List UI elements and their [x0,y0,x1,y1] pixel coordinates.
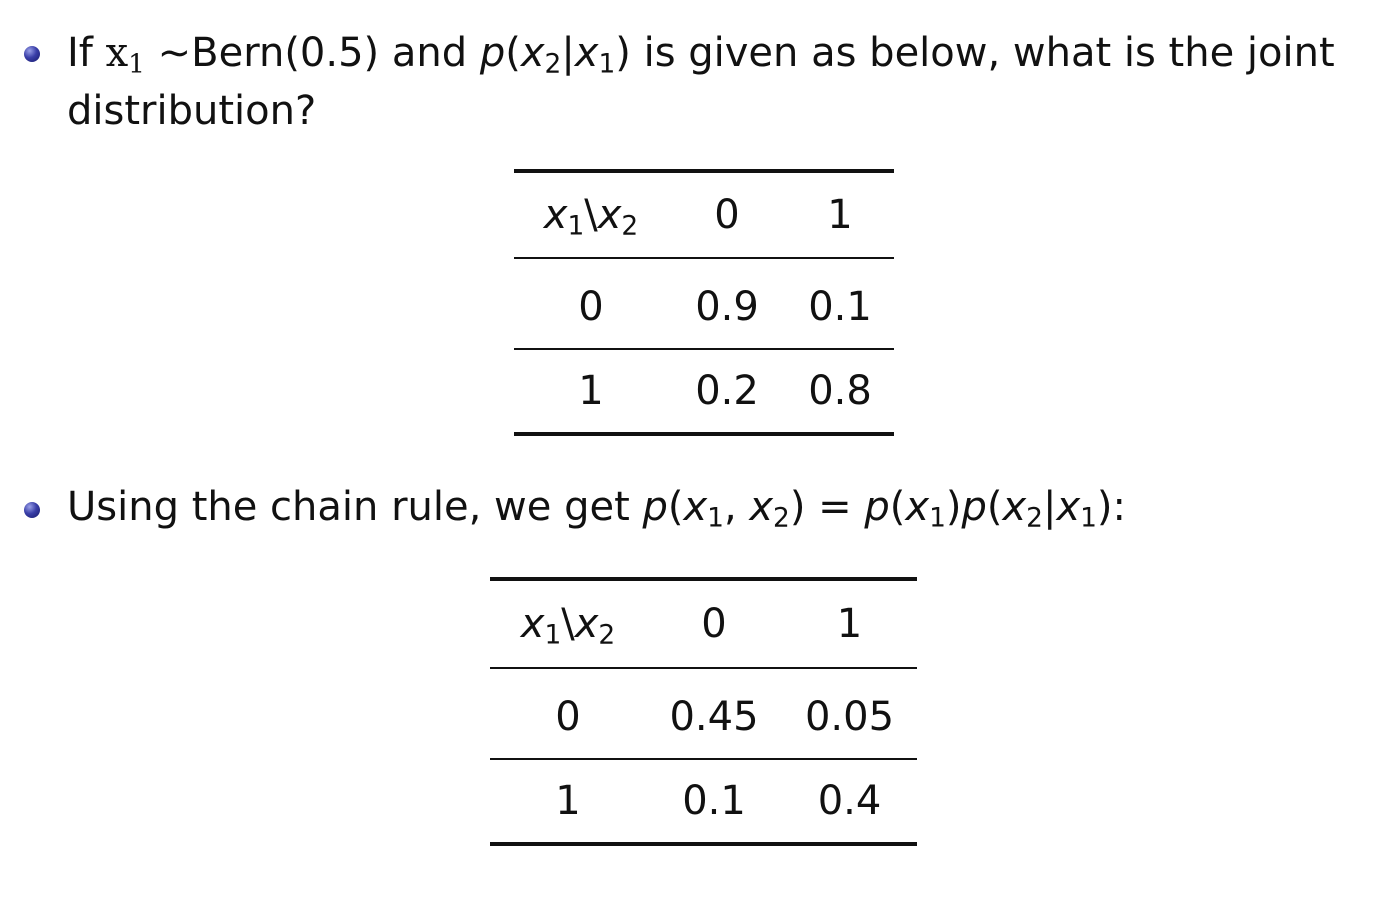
rule-gap [514,257,894,266]
header-x1-subscript: 1 [567,210,585,242]
math-p: p [479,30,506,76]
paren-open: ( [889,484,906,530]
row-label: 0 [578,284,604,330]
header-x1-letter: x [520,601,545,647]
var-x2-letter: x [1002,484,1027,530]
header-corner: x1\x2 [514,169,668,258]
header-x2: x2 [574,601,615,648]
header-x1-subscript: 1 [544,619,562,651]
paren-close: ) [945,484,962,530]
conditional-table: x1\x2 0 1 0 0.9 0.1 1 0.2 0.8 [514,169,894,436]
header-x1: x1 [543,192,584,239]
comma: , [723,484,750,530]
rule-gap [490,667,917,676]
var-x2-subscript: 2 [1026,502,1043,534]
var-x1-given-letter: x [574,30,599,76]
header-separator: \ [584,192,598,238]
bullet-icon [24,502,40,518]
header-x1-letter: x [543,192,568,238]
var-x1-letter: x [105,30,129,76]
paren-open: ( [667,484,684,530]
var-x1-given-letter: x [1056,484,1081,530]
header-x2-letter: x [574,601,599,647]
double-rule [490,667,917,676]
var-x1-subscript: 1 [707,502,724,534]
bullet-icon [24,46,40,62]
table-row: 0 0.9 0.1 [514,266,894,349]
var-x1-subscript: 1 [929,502,946,534]
table-cell: 0.45 [669,694,759,740]
math-p: p [961,484,987,530]
table-header-row: x1\x2 0 1 [490,577,917,668]
var-x1-given-subscript: 1 [1080,502,1097,534]
bullet-item-question: If x1 ∼Bern(0.5) and p(x2|x1) is given a… [67,24,1357,140]
var-x1: x1 [905,484,945,531]
var-x2-subscript: 2 [544,48,562,80]
var-x2: x2 [520,30,561,77]
column-header: 0 [646,577,782,668]
var-x2-letter: x [520,30,545,76]
paren-open: ( [986,484,1003,530]
row-label: 0 [555,694,581,740]
table-cell: 0.4 [782,758,917,846]
given-bar: | [561,30,575,76]
var-x1: x1 [683,484,723,531]
text-chain-rule: Using the chain rule, we get [67,484,643,530]
header-x1: x1 [520,601,561,648]
row-label: 1 [514,348,668,436]
header-x2: x2 [597,192,638,239]
math-p: p [642,484,668,530]
paren-close: ) [1096,484,1113,530]
paren-close: ) [789,484,806,530]
var-x1-given-subscript: 1 [598,48,616,80]
double-rule [514,257,894,266]
header-x2-subscript: 2 [598,619,616,651]
var-x1-letter: x [905,484,930,530]
header-x2-letter: x [597,192,622,238]
column-header: 1 [786,169,894,258]
var-x2-letter: x [749,484,774,530]
paren-open: ( [505,30,521,76]
text-bern: ∼Bern(0.5) and [144,30,480,76]
table-row: 0 0.45 0.05 [490,676,917,759]
table-cell: 0.1 [808,284,872,330]
header-x2-subscript: 2 [621,210,639,242]
var-x1-letter: x [683,484,708,530]
text-if: If [67,30,106,76]
header-corner: x1\x2 [490,577,646,668]
table-cell: 0.9 [695,284,759,330]
math-p: p [864,484,890,530]
paren-close: ) [615,30,631,76]
table-header-row: x1\x2 0 1 [514,169,894,258]
joint-table: x1\x2 0 1 0 0.45 0.05 1 0.1 0.4 [490,577,917,846]
row-label: 1 [490,758,646,846]
table-cell: 0.2 [668,348,786,436]
table-cell: 0.1 [646,758,782,846]
equals-sign: = [805,484,865,530]
table-cell: 0.05 [804,694,895,740]
var-x1: x1 [105,30,145,77]
var-x1-given: x1 [1056,484,1096,531]
header-separator: \ [561,601,575,647]
var-x1-given: x1 [574,30,615,77]
var-x2: x2 [749,484,789,531]
table-cell: 0.8 [786,348,894,436]
column-header: 0 [668,169,786,258]
var-x2: x2 [1002,484,1042,531]
table-row: 1 0.2 0.8 [514,348,894,436]
given-bar: | [1042,484,1057,530]
table-row: 1 0.1 0.4 [490,758,917,846]
bullet-item-chain-rule: Using the chain rule, we get p(x1, x2) =… [67,478,1357,536]
column-header: 1 [782,577,917,668]
colon: : [1112,484,1126,530]
var-x1-subscript: 1 [128,48,145,80]
var-x2-subscript: 2 [773,502,790,534]
